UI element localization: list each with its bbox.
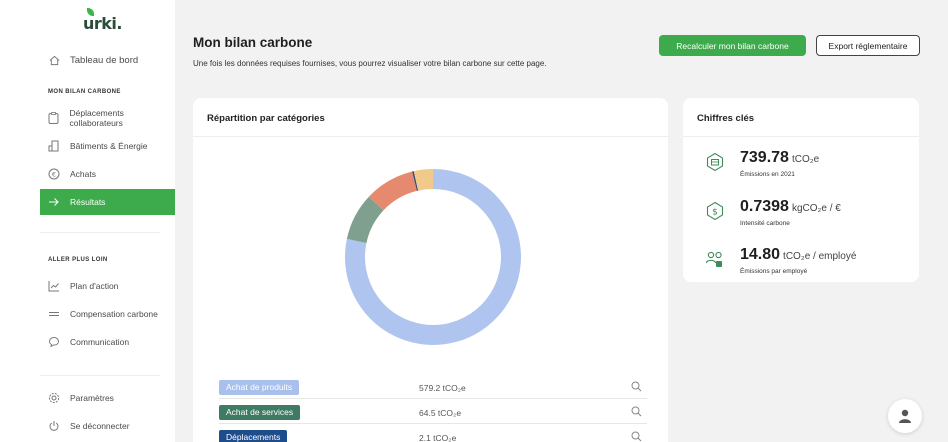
euro-icon: €	[48, 168, 60, 180]
page-title: Mon bilan carbone	[193, 35, 313, 50]
donut-slice-1[interactable]	[346, 196, 384, 244]
svg-text:€: €	[52, 170, 56, 178]
sidebar-item-achats[interactable]: € Achats	[40, 161, 175, 187]
dollar-badge-icon: $	[706, 201, 724, 221]
home-icon	[48, 54, 60, 66]
key-figure-unit: tCO₂e	[791, 154, 820, 165]
category-row: Achat de services 64.5 tCO₂e	[219, 400, 647, 424]
sidebar-divider	[40, 375, 160, 376]
card-divider	[193, 136, 668, 137]
key-figure-label: Émissions par employé	[740, 268, 808, 275]
search-icon[interactable]	[631, 381, 642, 392]
export-button[interactable]: Export réglementaire	[816, 35, 920, 56]
sidebar-item-dashboard[interactable]: Tableau de bord	[40, 47, 175, 73]
donut-chart	[345, 169, 521, 345]
section-title-bilan: MON BILAN CARBONE	[48, 89, 121, 95]
category-value: 64.5 tCO₂e	[419, 408, 462, 418]
key-figure-label: Émissions en 2021	[740, 171, 795, 178]
key-figure-intensity: $ 0.7398 kgCO₂e / € Intensité carbone	[705, 198, 915, 238]
sidebar-item-label: Tableau de bord	[70, 54, 139, 66]
factory-icon	[706, 152, 724, 172]
sidebar-item-compensation[interactable]: Compensation carbone	[40, 301, 175, 327]
user-avatar-button[interactable]	[888, 399, 922, 433]
category-row: Déplacements 2.1 tCO₂e	[219, 425, 647, 442]
key-figure-value: 0.7398	[740, 198, 789, 215]
key-figure-label: Intensité carbone	[740, 220, 790, 227]
search-icon[interactable]	[631, 406, 642, 417]
key-figure-emissions: 739.78 tCO₂e Émissions en 2021	[705, 149, 915, 189]
category-row: Achat de produits 579.2 tCO₂e	[219, 375, 647, 399]
category-label-achat-produits[interactable]: Achat de produits	[219, 380, 300, 395]
sidebar-item-communication[interactable]: Communication	[40, 329, 175, 355]
category-label-achat-services[interactable]: Achat de services	[219, 405, 301, 420]
sidebar-item-label: Paramètres	[70, 393, 114, 403]
category-value: 2.1 tCO₂e	[419, 433, 457, 442]
breakdown-title: Répartition par catégories	[207, 113, 325, 124]
sidebar-item-parametres[interactable]: Paramètres	[40, 385, 175, 411]
recalculate-button[interactable]: Recalculer mon bilan carbone	[659, 35, 806, 56]
user-icon	[899, 409, 911, 423]
page-subtitle: Une fois les données requises fournises,…	[193, 59, 547, 68]
key-figure-value: 739.78	[740, 149, 789, 166]
sidebar-item-deplacements[interactable]: Déplacements collaborateurs	[40, 105, 175, 131]
building-icon	[48, 140, 60, 152]
people-icon	[705, 251, 722, 267]
chat-icon	[48, 336, 60, 348]
key-figure-unit: kgCO₂e / €	[791, 203, 841, 214]
breakdown-card: Répartition par catégories Achat de prod…	[193, 98, 668, 442]
sidebar-item-label: Communication	[70, 337, 130, 347]
sidebar-item-plan-action[interactable]: Plan d'action	[40, 273, 175, 299]
clipboard-icon	[48, 112, 60, 124]
category-label-deplacements[interactable]: Déplacements	[219, 430, 288, 442]
sidebar: urki. Tableau de bord MON BILAN CARBONE …	[0, 0, 175, 442]
urki-logo[interactable]: urki.	[83, 8, 122, 33]
sidebar-item-label: Achats	[70, 169, 96, 179]
key-figure-value: 14.80	[740, 246, 781, 263]
section-title-aller-plus-loin: ALLER PLUS LOIN	[48, 257, 108, 263]
gear-icon	[48, 392, 60, 404]
sidebar-item-label: Déplacements collaborateurs	[69, 108, 124, 128]
donut-slice-2[interactable]	[368, 171, 418, 211]
card-divider	[683, 136, 919, 137]
equals-icon	[48, 308, 60, 320]
svg-text:$: $	[712, 208, 718, 218]
donut-slice-4[interactable]	[413, 169, 434, 191]
sidebar-item-label: Plan d'action	[70, 281, 119, 291]
power-icon	[48, 420, 60, 432]
arrow-right-icon	[48, 196, 60, 208]
category-value: 579.2 tCO₂e	[419, 383, 466, 393]
sidebar-item-label: Se déconnecter	[70, 421, 130, 431]
sidebar-item-label: Bâtiments & Énergie	[70, 141, 148, 151]
key-figures-title: Chiffres clés	[697, 113, 755, 124]
key-figures-card: Chiffres clés 739.78 tCO₂e Émissions en 2…	[683, 98, 919, 282]
sidebar-item-label: Compensation carbone	[70, 309, 158, 319]
sidebar-item-logout[interactable]: Se déconnecter	[40, 413, 175, 439]
sidebar-divider	[40, 232, 160, 233]
logo-text: urki.	[83, 14, 122, 33]
sidebar-item-label: Résultats	[70, 197, 106, 207]
search-icon[interactable]	[631, 431, 642, 442]
sidebar-item-resultats[interactable]: Résultats	[40, 189, 175, 215]
key-figure-unit: tCO₂e / employé	[783, 251, 857, 262]
chart-icon	[48, 280, 60, 292]
key-figure-per-employee: 14.80 tCO₂e / employé Émissions par emplo…	[705, 246, 915, 286]
sidebar-item-batiments[interactable]: Bâtiments & Énergie	[40, 133, 175, 159]
